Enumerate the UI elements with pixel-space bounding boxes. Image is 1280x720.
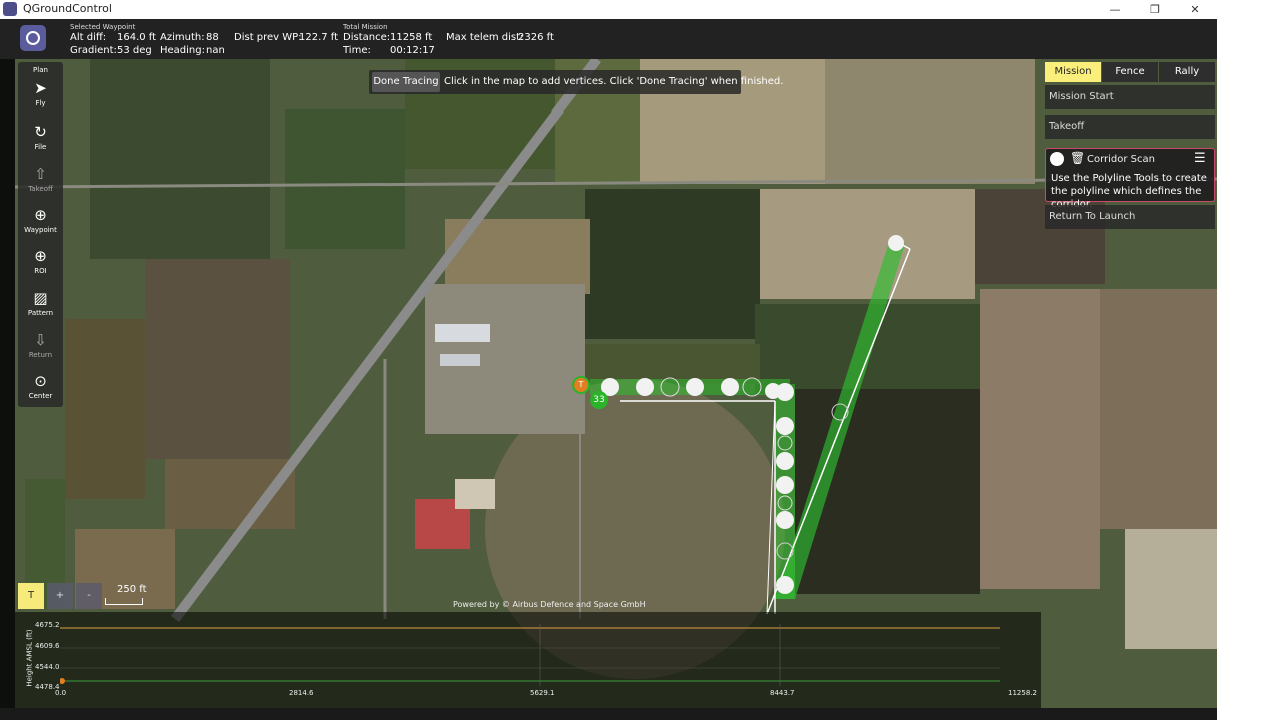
sync-icon: ↻ xyxy=(34,123,47,141)
corridor-scan-title: Corridor Scan xyxy=(1087,154,1155,165)
tab-fence[interactable]: Fence xyxy=(1102,62,1158,82)
time-value: 00:12:17 xyxy=(390,45,435,56)
window-title: QGroundControl xyxy=(23,2,112,15)
trash-icon[interactable]: 🗑 xyxy=(1070,151,1085,165)
heading-value: nan xyxy=(206,45,225,56)
return-icon: ⇩ xyxy=(34,331,47,349)
mission-item-takeoff[interactable]: Takeoff xyxy=(1045,115,1215,139)
tool-pattern[interactable]: ▨ Pattern xyxy=(18,289,63,318)
profile-plot xyxy=(60,624,1000,686)
qgc-menu-button[interactable] xyxy=(20,25,46,51)
selected-waypoint-title: Selected Waypoint xyxy=(70,23,136,31)
takeoff-icon: ⇧ xyxy=(34,165,47,183)
terrain-profile: Height AMSL (ft) 4675.2 4609.6 4544.0 44… xyxy=(15,612,1041,708)
tool-roi[interactable]: ⊕ ROI xyxy=(18,247,63,276)
plan-header: Plan xyxy=(33,66,48,74)
tool-takeoff-label: Takeoff xyxy=(28,185,53,193)
profile-y-tick: 4544.0 xyxy=(35,663,60,671)
profile-x-tick: 0.0 xyxy=(55,689,67,697)
alt-diff-value: 164.0 ft xyxy=(117,32,157,43)
max-telem-label: Max telem dist: xyxy=(446,32,524,43)
profile-x-tick: 5629.1 xyxy=(530,689,555,697)
plan-tabs: Mission Fence Rally xyxy=(1045,62,1215,82)
tool-waypoint-label: Waypoint xyxy=(24,226,57,234)
return-to-launch-label: Return To Launch xyxy=(1049,211,1136,222)
plan-toolbar: Selected Waypoint Alt diff: 164.0 ft Azi… xyxy=(0,19,1217,59)
gradient-label: Gradient: xyxy=(70,45,117,56)
tracing-instructions: Click in the map to add vertices. Click … xyxy=(444,76,784,87)
azimuth-label: Azimuth: xyxy=(160,32,205,43)
maximize-button[interactable]: ❐ xyxy=(1135,0,1175,19)
profile-x-tick: 8443.7 xyxy=(770,689,795,697)
profile-y-tick: 4675.2 xyxy=(35,621,60,629)
tool-center-label: Center xyxy=(28,392,53,400)
mission-item-return-to-launch[interactable]: Return To Launch xyxy=(1045,205,1215,229)
close-button[interactable]: ✕ xyxy=(1175,0,1215,19)
tracing-bar: Done Tracing Click in the map to add ver… xyxy=(369,70,783,94)
takeoff-label: Takeoff xyxy=(1049,121,1085,132)
item-index-icon xyxy=(1050,152,1064,166)
map-scale-label: 250 ft xyxy=(117,584,147,595)
profile-x-tick: 2814.6 xyxy=(289,689,314,697)
tool-fly-label: Fly xyxy=(35,99,46,107)
gradient-value: 53 deg xyxy=(117,45,152,56)
profile-y-title: Height AMSL (ft) xyxy=(25,629,34,687)
profile-x-tick: 11258.2 xyxy=(1008,689,1037,697)
distance-value: 11258 ft xyxy=(390,32,433,43)
zoom-in-button[interactable]: + xyxy=(47,583,73,609)
map-attribution: Powered by © Airbus Defence and Space Gm… xyxy=(453,600,646,609)
tool-file-label: File xyxy=(34,143,47,151)
tool-center[interactable]: ⊙ Center xyxy=(18,372,63,401)
max-telem-value: 2326 ft xyxy=(518,32,554,43)
hamburger-menu-icon[interactable]: ☰ xyxy=(1194,151,1206,166)
map-imagery xyxy=(15,59,1217,708)
satellite-map[interactable]: T 33 xyxy=(15,59,1217,708)
tool-fly[interactable]: ➤ Fly xyxy=(18,79,63,108)
paper-plane-icon: ➤ xyxy=(34,79,47,97)
tool-return[interactable]: ⇩ Return xyxy=(18,331,63,360)
terrain-toggle-button[interactable]: T xyxy=(18,583,44,609)
distance-label: Distance: xyxy=(343,32,391,43)
plan-tool-strip: Plan ➤ Fly ↻ File ⇧ Takeoff ⊕ Waypoint ⊕ ROI … xyxy=(18,62,63,407)
dist-prev-label: Dist prev WP: xyxy=(234,32,302,43)
mission-item-corridor-scan[interactable]: 🗑 Corridor Scan ☰ Use the Polyline Tools… xyxy=(1045,148,1215,210)
map-scale-bar xyxy=(105,598,143,605)
time-label: Time: xyxy=(343,45,371,56)
app-logo-icon xyxy=(3,2,17,16)
pattern-icon: ▨ xyxy=(33,289,48,307)
dist-prev-value: 122.7 ft xyxy=(299,32,339,43)
done-tracing-button[interactable]: Done Tracing xyxy=(372,72,440,92)
heading-label: Heading: xyxy=(160,45,205,56)
profile-y-tick: 4609.6 xyxy=(35,642,60,650)
waypoint-badge[interactable]: 33 xyxy=(590,393,608,407)
alt-diff-label: Alt diff: xyxy=(70,32,107,43)
tool-takeoff[interactable]: ⇧ Takeoff xyxy=(18,165,63,194)
plus-circle-icon: ⊕ xyxy=(34,247,47,265)
total-mission-title: Total Mission xyxy=(343,23,388,31)
plus-circle-icon: ⊕ xyxy=(34,206,47,224)
window-titlebar: QGroundControl — ❐ ✕ xyxy=(0,0,1217,19)
mission-start-label: Mission Start xyxy=(1049,91,1114,102)
mission-item-mission-start[interactable]: Mission Start xyxy=(1045,85,1215,109)
bottom-band xyxy=(0,708,1217,720)
minimize-button[interactable]: — xyxy=(1095,0,1135,19)
tab-rally[interactable]: Rally xyxy=(1159,62,1215,82)
background-margin xyxy=(1217,0,1280,720)
qgc-logo-icon xyxy=(26,31,40,45)
crosshair-icon: ⊙ xyxy=(34,372,47,390)
azimuth-value: 88 xyxy=(206,32,219,43)
tool-file[interactable]: ↻ File xyxy=(18,123,63,152)
tool-roi-label: ROI xyxy=(34,267,47,275)
tab-mission[interactable]: Mission xyxy=(1045,62,1101,82)
tool-waypoint[interactable]: ⊕ Waypoint xyxy=(18,206,63,235)
zoom-out-button[interactable]: - xyxy=(76,583,102,609)
takeoff-marker[interactable]: T xyxy=(574,378,588,392)
tool-pattern-label: Pattern xyxy=(27,309,54,317)
tool-return-label: Return xyxy=(28,351,53,359)
